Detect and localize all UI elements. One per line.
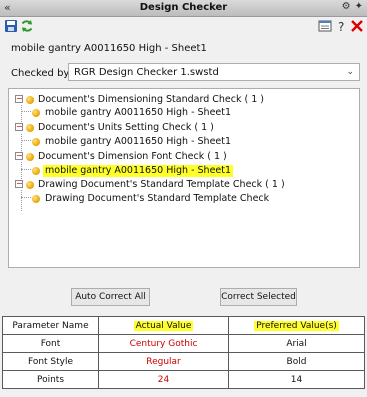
column-header-label: Actual Value xyxy=(133,320,194,331)
tree-item-label: Document's Units Setting Check ( 1 ) xyxy=(38,122,214,133)
status-dot-icon xyxy=(26,124,34,132)
status-dot-icon xyxy=(26,96,34,104)
auto-correct-all-button[interactable]: Auto Correct All xyxy=(71,288,150,306)
column-header[interactable]: Actual Value xyxy=(98,316,229,335)
column-header[interactable]: Preferred Value(s) xyxy=(228,316,365,335)
title-bar: « Design Checker ⚙ ✦ xyxy=(0,0,367,17)
sheet-name: mobile gantry A0011650 High - Sheet1 xyxy=(11,43,207,54)
tree-item-label: Drawing Document's Standard Template Che… xyxy=(38,179,285,190)
status-dot-icon xyxy=(26,181,34,189)
tree-item-label: Document's Dimension Font Check ( 1 ) xyxy=(38,151,227,162)
actual-value-cell: Regular xyxy=(98,352,229,371)
collapse-node-icon[interactable]: − xyxy=(15,123,23,131)
column-header-label: Preferred Value(s) xyxy=(254,320,339,331)
pin-icon[interactable]: ✦ xyxy=(355,1,363,12)
tree-item-label: Document's Dimensioning Standard Check (… xyxy=(38,94,264,105)
save-icon[interactable] xyxy=(4,19,18,33)
check-results-tree: − Document's Dimensioning Standard Check… xyxy=(8,88,360,268)
report-icon[interactable] xyxy=(318,19,332,33)
help-icon[interactable]: ? xyxy=(334,19,348,33)
table-header-row: Parameter Name Actual Value Preferred Va… xyxy=(2,316,365,335)
column-header[interactable]: Parameter Name xyxy=(2,316,99,335)
preferred-value-cell: Bold xyxy=(228,352,365,371)
table-row[interactable]: Points 24 14 xyxy=(2,370,365,389)
correct-selected-button[interactable]: Correct Selected xyxy=(220,288,297,306)
parameter-cell: Font xyxy=(2,334,99,353)
actual-value-cell: Century Gothic xyxy=(98,334,229,353)
checked-by-dropdown[interactable]: RGR Design Checker 1.swstd ⌄ xyxy=(68,63,360,81)
close-icon[interactable] xyxy=(350,19,364,33)
collapse-node-icon[interactable]: − xyxy=(15,95,23,103)
collapse-node-icon[interactable]: − xyxy=(15,152,23,160)
preferred-value-cell: 14 xyxy=(228,370,365,389)
parameter-cell: Points xyxy=(2,370,99,389)
chevron-down-icon[interactable]: ⌄ xyxy=(346,67,354,77)
status-dot-icon xyxy=(32,109,40,117)
results-table: Parameter Name Actual Value Preferred Va… xyxy=(2,316,365,389)
collapse-node-icon[interactable]: − xyxy=(15,180,23,188)
tree-child-label: mobile gantry A0011650 High - Sheet1 xyxy=(43,165,234,177)
checked-by-label: Checked by : xyxy=(11,68,76,79)
parameter-cell: Font Style xyxy=(2,352,99,371)
status-dot-icon xyxy=(32,195,40,203)
table-row[interactable]: Font Century Gothic Arial xyxy=(2,334,365,353)
tree-child-label: mobile gantry A0011650 High - Sheet1 xyxy=(45,136,232,147)
preferred-value-cell: Arial xyxy=(228,334,365,353)
toolbar: ? xyxy=(0,17,367,35)
window-title: Design Checker xyxy=(139,2,228,13)
tree-child-label: Drawing Document's Standard Template Che… xyxy=(45,193,270,204)
status-dot-icon xyxy=(32,138,40,146)
status-dot-icon xyxy=(32,167,40,175)
actual-value-cell: 24 xyxy=(98,370,229,389)
refresh-icon[interactable] xyxy=(20,19,34,33)
checked-by-value: RGR Design Checker 1.swstd xyxy=(74,67,219,78)
gear-icon[interactable]: ⚙ xyxy=(342,1,351,12)
table-row[interactable]: Font Style Regular Bold xyxy=(2,352,365,371)
svg-text:?: ? xyxy=(338,20,344,33)
tree-child-label: mobile gantry A0011650 High - Sheet1 xyxy=(45,107,232,118)
column-header-label: Parameter Name xyxy=(12,320,89,331)
status-dot-icon xyxy=(26,153,34,161)
